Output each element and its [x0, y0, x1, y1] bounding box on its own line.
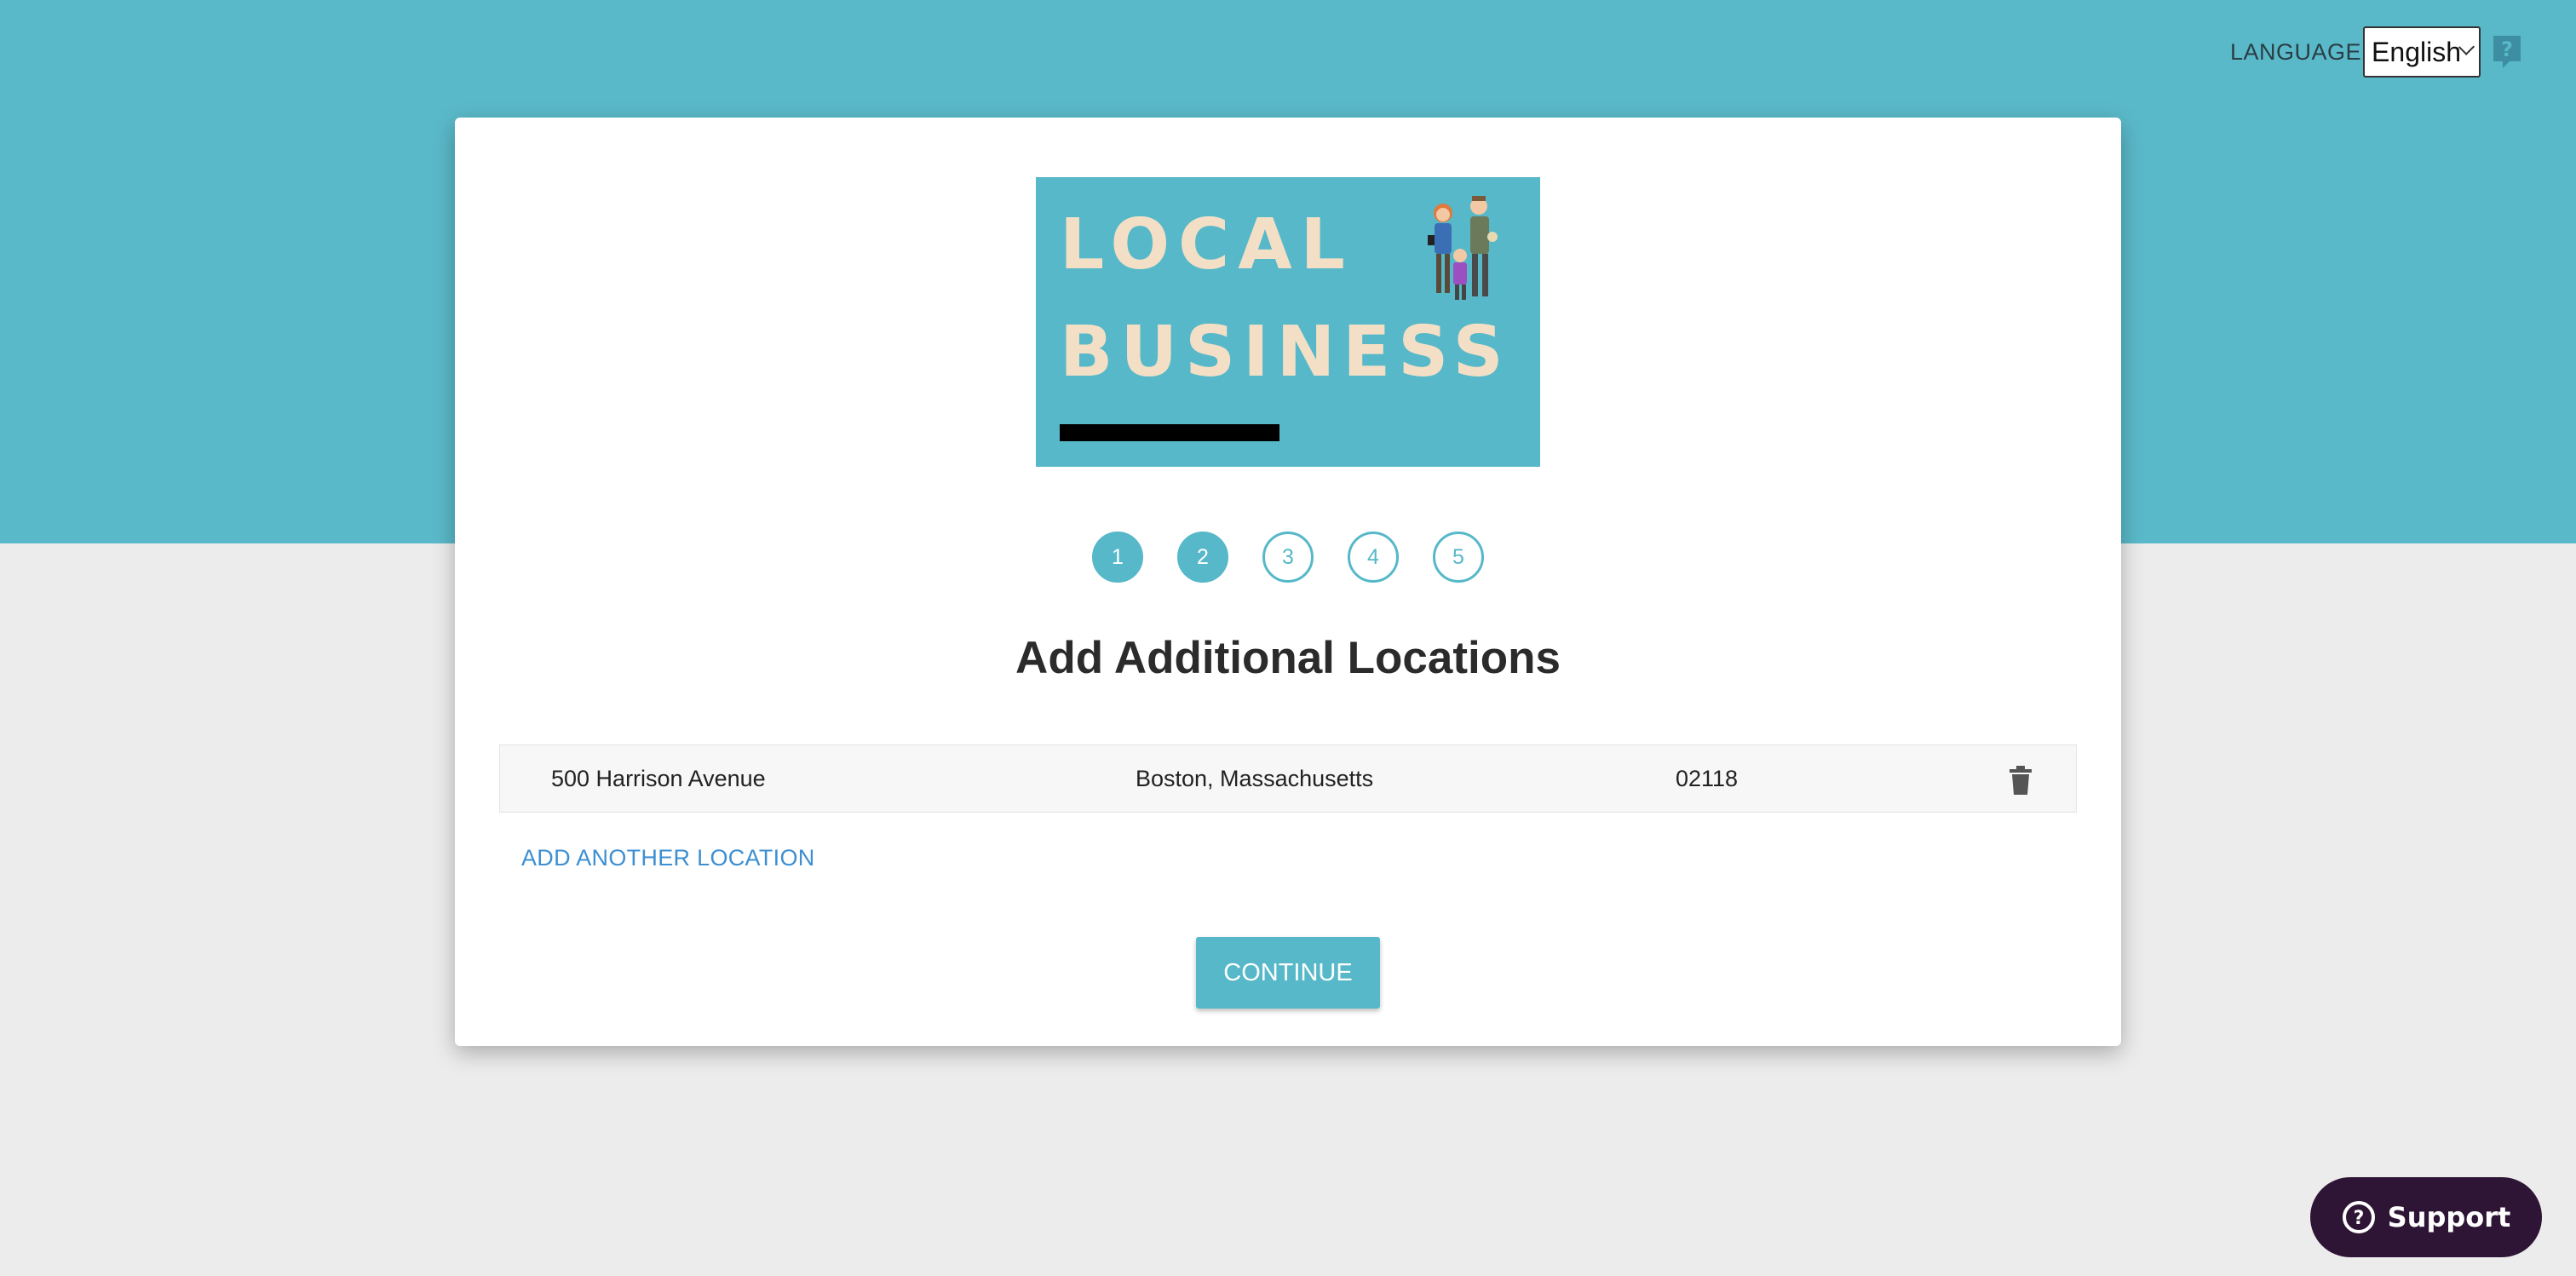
trash-icon[interactable] — [2008, 766, 2033, 795]
step-4: 4 — [1348, 532, 1399, 583]
svg-text:?: ? — [2353, 1208, 2364, 1229]
step-5: 5 — [1433, 532, 1484, 583]
language-label: LANGUAGE — [2230, 38, 2362, 65]
location-street: 500 Harrison Avenue — [551, 765, 766, 791]
page: LANGUAGE English ? LOCAL BUSINESS 1 2 3 … — [0, 0, 2576, 1276]
location-row: 500 Harrison Avenue Boston, Massachusett… — [499, 744, 2077, 813]
step-2: 2 — [1177, 532, 1228, 583]
question-circle-icon: ? — [2342, 1201, 2375, 1233]
support-button[interactable]: ? Support — [2310, 1177, 2542, 1257]
language-select-value: English — [2372, 36, 2461, 67]
local-business-logo: LOCAL BUSINESS — [1036, 177, 1540, 467]
location-city-state: Boston, Massachusetts — [1136, 765, 1374, 791]
language-select[interactable]: English — [2363, 26, 2481, 78]
support-label: Support — [2387, 1201, 2511, 1233]
location-zip: 02118 — [1676, 765, 1739, 791]
page-title: Add Additional Locations — [1015, 633, 1561, 683]
help-icon[interactable]: ? — [2491, 34, 2523, 70]
family-illustration-icon — [1428, 196, 1498, 300]
svg-text:?: ? — [2501, 37, 2513, 61]
logo-text-line-2: BUSINESS — [1060, 312, 1511, 393]
continue-button[interactable]: CONTINUE — [1196, 937, 1380, 1009]
logo-underline-bar — [1060, 424, 1279, 441]
form-card: LOCAL BUSINESS 1 2 3 4 5 Add Additional … — [455, 118, 2121, 1046]
step-3: 3 — [1262, 532, 1314, 583]
add-another-location-link[interactable]: ADD ANOTHER LOCATION — [521, 845, 815, 871]
progress-steps: 1 2 3 4 5 — [455, 532, 2121, 583]
logo-text-line-1: LOCAL — [1060, 204, 1354, 285]
step-1: 1 — [1092, 532, 1143, 583]
language-selector-area: LANGUAGE English — [2230, 26, 2481, 78]
